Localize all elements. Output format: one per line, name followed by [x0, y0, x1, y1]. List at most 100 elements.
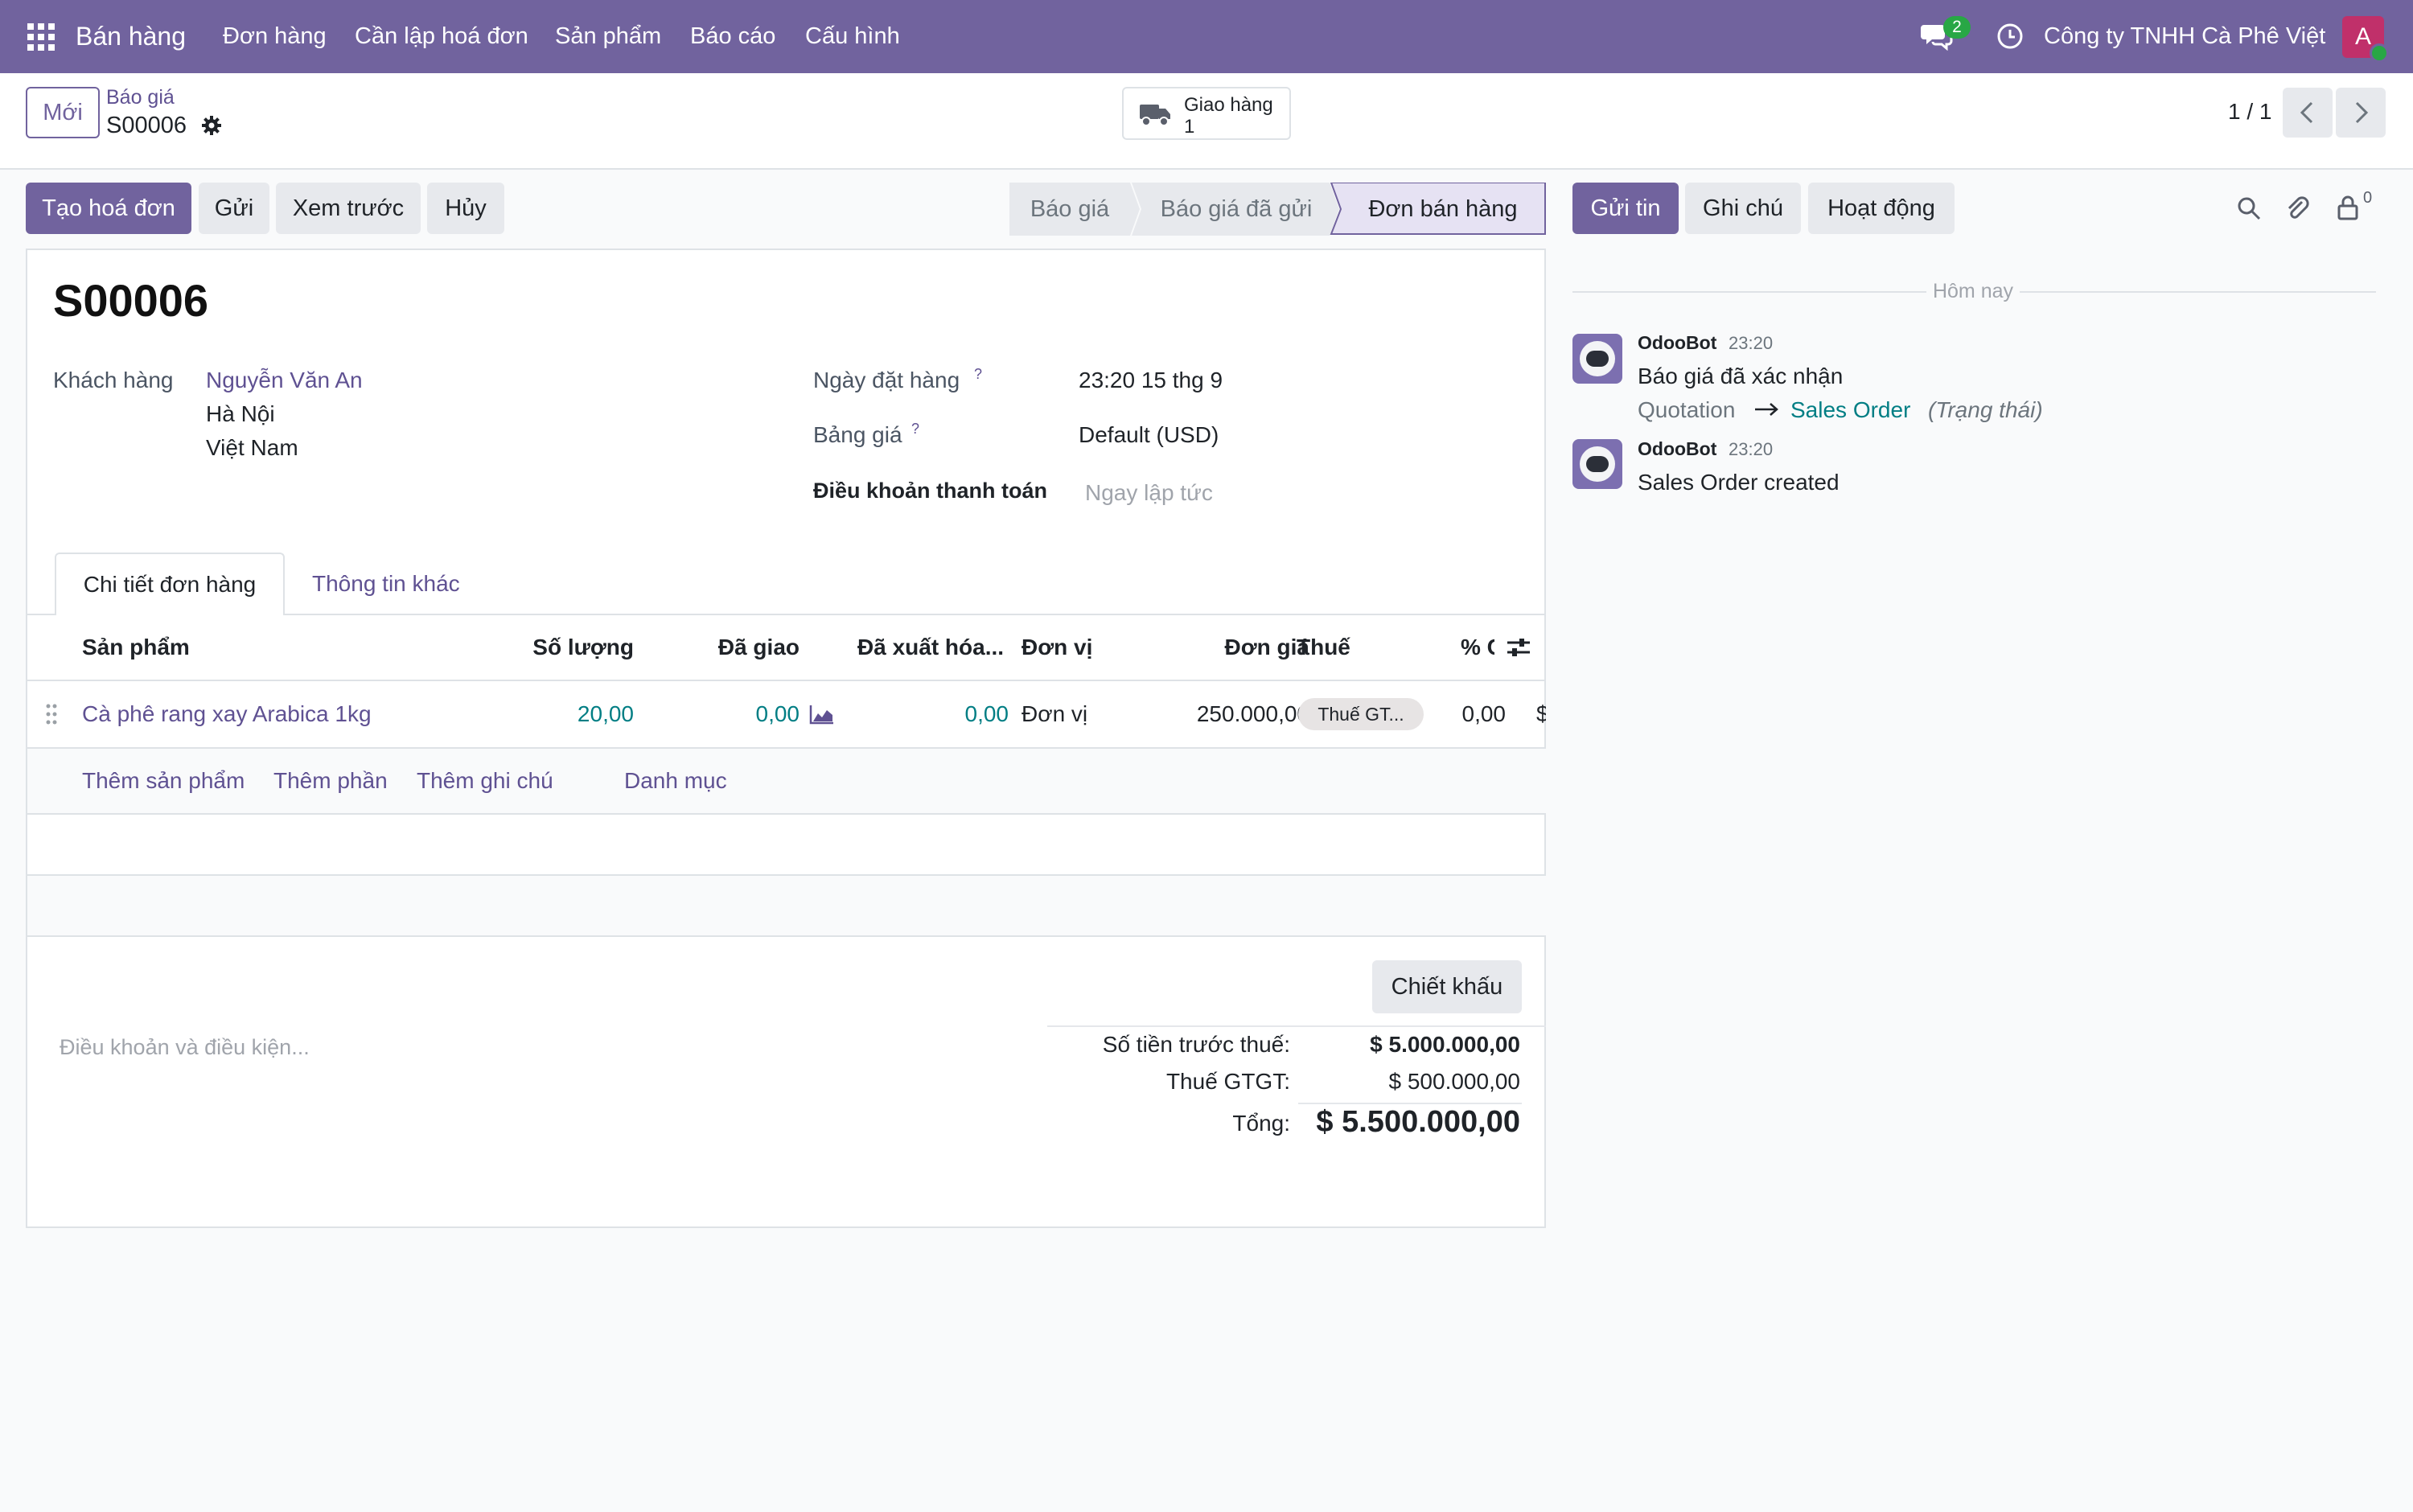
line-delivered[interactable]: 0,00: [687, 681, 800, 747]
order-lines-header: Sản phẩm Số lượng Đã giao Đã xuất hóa...…: [27, 615, 1546, 680]
tracking-old-value: Quotation: [1638, 397, 1736, 422]
order-date-label: Ngày đặt hàng: [813, 368, 960, 392]
delivery-smart-button[interactable]: Giao hàng 1: [1122, 87, 1291, 140]
menu-reporting[interactable]: Báo cáo: [690, 0, 775, 73]
drag-handle-icon[interactable]: [45, 702, 58, 726]
odoobot-avatar[interactable]: [1572, 334, 1622, 384]
tax-value: $ 500.000,00: [1388, 1069, 1521, 1094]
payment-terms-input[interactable]: Ngay lập tức: [1085, 480, 1213, 506]
menu-orders[interactable]: Đơn hàng: [223, 0, 327, 73]
line-product[interactable]: Cà phê rang xay Arabica 1kg: [82, 681, 372, 747]
followers-count: 0: [2363, 189, 2373, 207]
new-button[interactable]: Mới: [26, 87, 100, 138]
col-product[interactable]: Sản phẩm: [82, 615, 190, 680]
chevron-left-icon: [2300, 101, 2313, 124]
menu-to-invoice[interactable]: Cần lập hoá đơn: [355, 0, 528, 73]
message-time: 23:20: [1729, 333, 1774, 353]
followers-lock-icon[interactable]: [2336, 194, 2360, 221]
add-section-link[interactable]: Thêm phần: [273, 749, 388, 813]
line-tax-badge[interactable]: Thuế GT...: [1298, 698, 1424, 730]
activities-button[interactable]: Hoạt động: [1808, 183, 1955, 234]
preview-button[interactable]: Xem trước: [276, 183, 421, 234]
pager-value[interactable]: 1 / 1: [2228, 99, 2271, 125]
customer-country: Việt Nam: [206, 435, 298, 460]
gear-icon[interactable]: [200, 114, 223, 137]
truck-icon: [1140, 101, 1172, 127]
search-icon[interactable]: [2236, 195, 2262, 221]
terms-conditions-input[interactable]: Điều khoản và điều kiện...: [60, 1035, 310, 1060]
odoobot-avatar[interactable]: [1572, 439, 1622, 489]
pricelist-value[interactable]: Default (USD): [1079, 422, 1219, 448]
pricelist-help-icon[interactable]: ?: [911, 421, 919, 438]
col-unit-price[interactable]: Đơn giá: [1170, 615, 1309, 680]
order-date-value[interactable]: 23:20 15 thg 9: [1079, 368, 1223, 393]
message-body: Báo giá đã xác nhận: [1638, 364, 1844, 388]
stage-quotation-sent[interactable]: Báo giá đã gửi: [1141, 183, 1331, 236]
control-panel: Mới Báo giá S00006 Giao hàng 1 1 / 1: [0, 73, 2413, 170]
message-author[interactable]: OdooBot: [1638, 438, 1716, 460]
menu-products[interactable]: Sản phẩm: [555, 0, 661, 73]
pager-next-button[interactable]: [2336, 88, 2386, 138]
cancel-button[interactable]: Hủy: [427, 183, 504, 234]
messages-count-badge: 2: [1943, 16, 1971, 39]
col-taxes[interactable]: Thuế: [1297, 615, 1350, 680]
forecast-chart-icon[interactable]: [809, 704, 835, 725]
col-invoiced[interactable]: Đã xuất hóa...: [857, 615, 1009, 680]
tab-order-lines[interactable]: Chi tiết đơn hàng: [55, 553, 285, 615]
status-bar: Báo giá Báo giá đã gửi Đơn bán hàng: [1009, 183, 1547, 236]
order-title: S00006: [53, 275, 209, 326]
activity-clock-icon[interactable]: [1996, 23, 2024, 50]
line-quantity[interactable]: 20,00: [523, 681, 634, 747]
tab-other-info[interactable]: Thông tin khác: [312, 553, 460, 615]
stage-quotation[interactable]: Báo giá: [1009, 183, 1130, 236]
company-switcher[interactable]: Công ty TNHH Cà Phê Việt: [2044, 0, 2325, 73]
record-name: S00006: [106, 113, 187, 138]
date-separator: Hôm nay: [1932, 280, 2014, 302]
online-status-dot: [2370, 43, 2389, 63]
arrow-right-icon: [1753, 401, 1779, 418]
order-line-row[interactable]: Cà phê rang xay Arabica 1kg 20,00 0,00 0…: [27, 681, 1546, 747]
empty-row: [27, 876, 1546, 935]
create-invoice-button[interactable]: Tạo hoá đơn: [26, 183, 191, 234]
log-note-button[interactable]: Ghi chú: [1685, 183, 1801, 234]
apps-menu-icon[interactable]: [27, 23, 55, 51]
message-time: 23:20: [1729, 439, 1774, 459]
message-body: Sales Order created: [1638, 470, 1840, 495]
order-date-help-icon[interactable]: ?: [974, 366, 982, 383]
app-name[interactable]: Bán hàng: [76, 0, 186, 73]
add-product-link[interactable]: Thêm sản phẩm: [82, 749, 245, 813]
line-invoiced[interactable]: 0,00: [880, 681, 1009, 747]
pricelist-label: Bảng giá: [813, 422, 902, 447]
total-label: Tổng:: [1232, 1111, 1290, 1136]
send-button[interactable]: Gửi: [199, 183, 269, 234]
col-uom[interactable]: Đơn vị: [1022, 615, 1092, 680]
chevron-right-icon: [2355, 101, 2369, 124]
line-unit-price[interactable]: 250.000,00: [1153, 681, 1309, 747]
paperclip-icon[interactable]: [2284, 194, 2310, 221]
discount-button[interactable]: Chiết khấu: [1372, 960, 1522, 1013]
col-delivered[interactable]: Đã giao: [687, 615, 800, 680]
breadcrumb-quotations[interactable]: Báo giá: [106, 86, 175, 109]
send-message-button[interactable]: Gửi tin: [1572, 183, 1679, 234]
payment-terms-label: Điều khoản thanh toán: [813, 479, 1048, 503]
line-uom[interactable]: Đơn vị: [1022, 681, 1087, 747]
add-note-link[interactable]: Thêm ghi chú: [417, 749, 553, 813]
delivery-count: 1: [1184, 116, 1195, 138]
col-quantity[interactable]: Số lượng: [523, 615, 634, 680]
menu-configuration[interactable]: Cấu hình: [805, 0, 900, 73]
stage-sales-order[interactable]: Đơn bán hàng: [1341, 183, 1545, 236]
customer-city: Hà Nội: [206, 401, 275, 426]
untaxed-value: $ 5.000.000,00: [1370, 1032, 1520, 1057]
line-subtotal-cutoff: $: [1536, 701, 1546, 726]
untaxed-label: Số tiền trước thuế:: [1102, 1032, 1290, 1057]
customer-name-link[interactable]: Nguyễn Văn An: [206, 368, 363, 393]
message-author[interactable]: OdooBot: [1638, 332, 1716, 354]
col-discount[interactable]: % C: [1461, 615, 1494, 680]
tax-label: Thuế GTGT:: [1165, 1069, 1290, 1094]
catalog-link[interactable]: Danh mục: [624, 749, 727, 813]
form-sheet: S00006 Khách hàng Nguyễn Văn An Hà Nội V…: [26, 249, 1546, 1228]
line-discount[interactable]: 0,00: [1459, 681, 1507, 747]
pager-previous-button[interactable]: [2283, 88, 2333, 138]
optional-columns-icon[interactable]: [1506, 635, 1531, 660]
delivery-label: Giao hàng: [1184, 94, 1273, 116]
